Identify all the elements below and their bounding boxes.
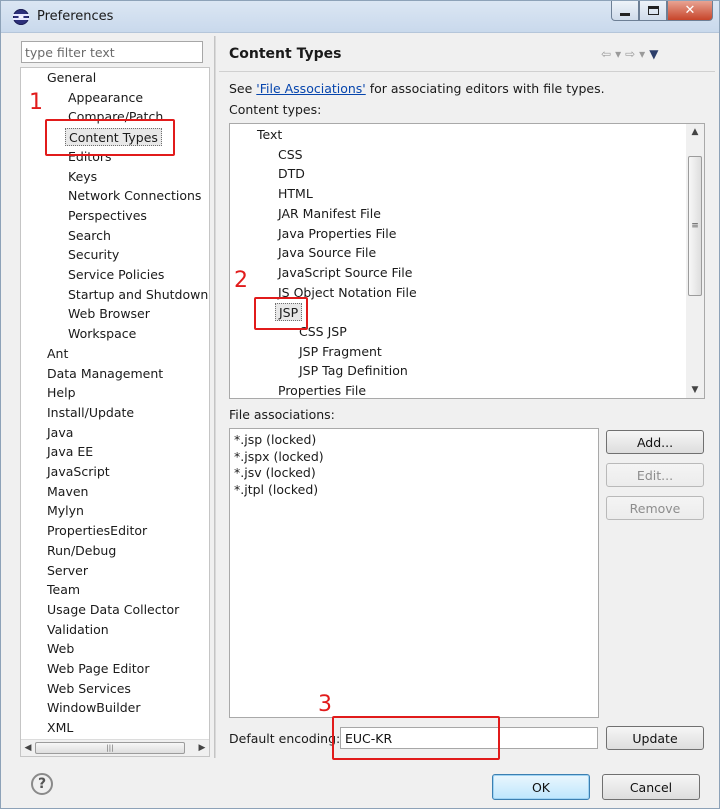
annotation-number-1: 1 bbox=[29, 90, 43, 115]
tree-item[interactable]: Appearance bbox=[65, 89, 146, 107]
tree-item[interactable]: XML bbox=[44, 719, 76, 737]
tree-item[interactable]: Team bbox=[44, 581, 83, 599]
header-divider bbox=[219, 71, 715, 72]
tree-item[interactable]: JavaScript bbox=[44, 463, 113, 481]
content-type-item[interactable]: JSP Fragment bbox=[296, 343, 385, 361]
scroll-thumb[interactable]: ||| bbox=[35, 742, 185, 754]
tree-item[interactable]: Mylyn bbox=[44, 502, 87, 520]
update-button[interactable]: Update bbox=[606, 726, 704, 750]
tree-item[interactable]: Usage Data Collector bbox=[44, 601, 182, 619]
content-type-item[interactable]: DTD bbox=[275, 165, 308, 183]
tree-item[interactable]: Network Connections bbox=[65, 187, 204, 205]
close-icon: ✕ bbox=[684, 3, 696, 18]
tree-item[interactable]: Java bbox=[44, 424, 76, 442]
tree-item[interactable]: Data Management bbox=[44, 365, 166, 383]
tree-item[interactable]: Help bbox=[44, 384, 79, 402]
maximize-icon bbox=[647, 6, 659, 15]
description-prefix: See bbox=[229, 81, 257, 96]
tree-item[interactable]: Run/Debug bbox=[44, 542, 119, 560]
content-types-scrollbar[interactable]: ▲ ≡ ▼ bbox=[686, 124, 704, 398]
tree-item[interactable]: Web bbox=[44, 640, 77, 658]
tree-item[interactable]: Install/Update bbox=[44, 404, 137, 422]
tree-item[interactable]: Web Browser bbox=[65, 305, 153, 323]
filter-input[interactable] bbox=[21, 41, 203, 63]
content-types-tree[interactable]: Text CSS DTD HTML JAR Manifest File Java Prop… bbox=[229, 123, 705, 399]
tree-item[interactable]: PropertiesEditor bbox=[44, 522, 150, 540]
annotation-number-3: 3 bbox=[318, 692, 332, 717]
window-controls: ✕ bbox=[611, 1, 713, 23]
tree-item[interactable]: General bbox=[44, 69, 99, 87]
tree-item[interactable]: Search bbox=[65, 227, 114, 245]
content-types-label: Content types: bbox=[229, 102, 322, 117]
tree-item[interactable]: Workspace bbox=[65, 325, 139, 343]
tree-item[interactable]: Web Services bbox=[44, 680, 134, 698]
file-associations-link[interactable]: 'File Associations' bbox=[256, 81, 365, 96]
file-associations-list[interactable]: *.jsp (locked) *.jspx (locked) *.jsv (lock… bbox=[229, 428, 599, 718]
scroll-up-icon[interactable]: ▲ bbox=[690, 127, 700, 137]
page-title: Content Types bbox=[229, 46, 342, 62]
annotation-box-1 bbox=[45, 119, 175, 156]
tree-item[interactable]: Security bbox=[65, 246, 122, 264]
content-type-item[interactable]: Java Properties File bbox=[275, 225, 399, 243]
content-type-item[interactable]: JAR Manifest File bbox=[275, 205, 384, 223]
window-title: Preferences bbox=[37, 9, 114, 24]
tree-item[interactable]: Service Policies bbox=[65, 266, 167, 284]
close-button[interactable]: ✕ bbox=[667, 1, 713, 21]
tree-item[interactable]: Validation bbox=[44, 621, 112, 639]
tree-item[interactable]: Maven bbox=[44, 483, 91, 501]
content-type-item[interactable]: Text bbox=[254, 126, 285, 144]
view-menu-icon[interactable]: ▼ bbox=[649, 47, 658, 61]
default-encoding-label: Default encoding: bbox=[229, 731, 341, 746]
file-associations-label: File associations: bbox=[229, 407, 335, 422]
eclipse-icon bbox=[13, 9, 29, 25]
back-icon[interactable]: ⇦ bbox=[601, 47, 611, 61]
panel-splitter[interactable] bbox=[214, 36, 216, 758]
scroll-down-icon[interactable]: ▼ bbox=[690, 385, 700, 395]
tree-item[interactable]: WindowBuilder bbox=[44, 699, 144, 717]
edit-button[interactable]: Edit... bbox=[606, 463, 704, 487]
scroll-right-icon[interactable]: ▶ bbox=[195, 742, 209, 755]
tree-item[interactable]: Java EE bbox=[44, 443, 96, 461]
scroll-left-icon[interactable]: ◀ bbox=[21, 742, 35, 755]
page-navigation: ⇦ ▾ ⇨ ▾ ▼ bbox=[601, 47, 658, 61]
preference-tree[interactable]: General Appearance Compare/Patch Content Ty… bbox=[20, 67, 210, 757]
annotation-box-2 bbox=[254, 297, 308, 330]
cancel-button[interactable]: Cancel bbox=[602, 774, 700, 800]
title-bar: Preferences ✕ bbox=[1, 1, 719, 33]
forward-menu-icon[interactable]: ▾ bbox=[639, 47, 645, 61]
add-button[interactable]: Add... bbox=[606, 430, 704, 454]
file-association-item[interactable]: *.jsp (locked) bbox=[234, 432, 316, 448]
content-type-item[interactable]: Properties File bbox=[275, 382, 369, 398]
tree-item[interactable]: Startup and Shutdown bbox=[65, 286, 209, 304]
minimize-button[interactable] bbox=[611, 1, 639, 21]
content-type-item[interactable]: Java Source File bbox=[275, 244, 379, 262]
content-type-item[interactable]: JSP Tag Definition bbox=[296, 362, 411, 380]
file-association-item[interactable]: *.jspx (locked) bbox=[234, 449, 324, 465]
help-icon[interactable]: ? bbox=[31, 773, 53, 795]
description-suffix: for associating editors with file types. bbox=[365, 81, 605, 96]
back-menu-icon[interactable]: ▾ bbox=[615, 47, 621, 61]
content-type-item[interactable]: HTML bbox=[275, 185, 316, 203]
tree-item[interactable]: Perspectives bbox=[65, 207, 150, 225]
ok-button[interactable]: OK bbox=[492, 774, 590, 800]
file-association-item[interactable]: *.jtpl (locked) bbox=[234, 482, 318, 498]
annotation-box-3 bbox=[332, 716, 500, 760]
page-description: See 'File Associations' for associating … bbox=[229, 81, 605, 96]
forward-icon[interactable]: ⇨ bbox=[625, 47, 635, 61]
minimize-icon bbox=[620, 13, 630, 16]
tree-item[interactable]: Web Page Editor bbox=[44, 660, 152, 678]
scroll-thumb[interactable]: ≡ bbox=[688, 156, 702, 296]
remove-button[interactable]: Remove bbox=[606, 496, 704, 520]
annotation-number-2: 2 bbox=[234, 268, 248, 293]
content-type-item[interactable]: CSS bbox=[275, 146, 306, 164]
preferences-window: Preferences ✕ GeneralAppearanceCompare/P… bbox=[0, 0, 720, 809]
content-type-item[interactable]: JavaScript Source File bbox=[275, 264, 415, 282]
maximize-button[interactable] bbox=[639, 1, 667, 21]
file-association-item[interactable]: *.jsv (locked) bbox=[234, 465, 316, 481]
tree-item[interactable]: Keys bbox=[65, 168, 100, 186]
tree-horizontal-scrollbar[interactable]: ◀ ||| ▶ bbox=[21, 739, 209, 756]
tree-item[interactable]: Server bbox=[44, 562, 91, 580]
tree-item[interactable]: Ant bbox=[44, 345, 71, 363]
